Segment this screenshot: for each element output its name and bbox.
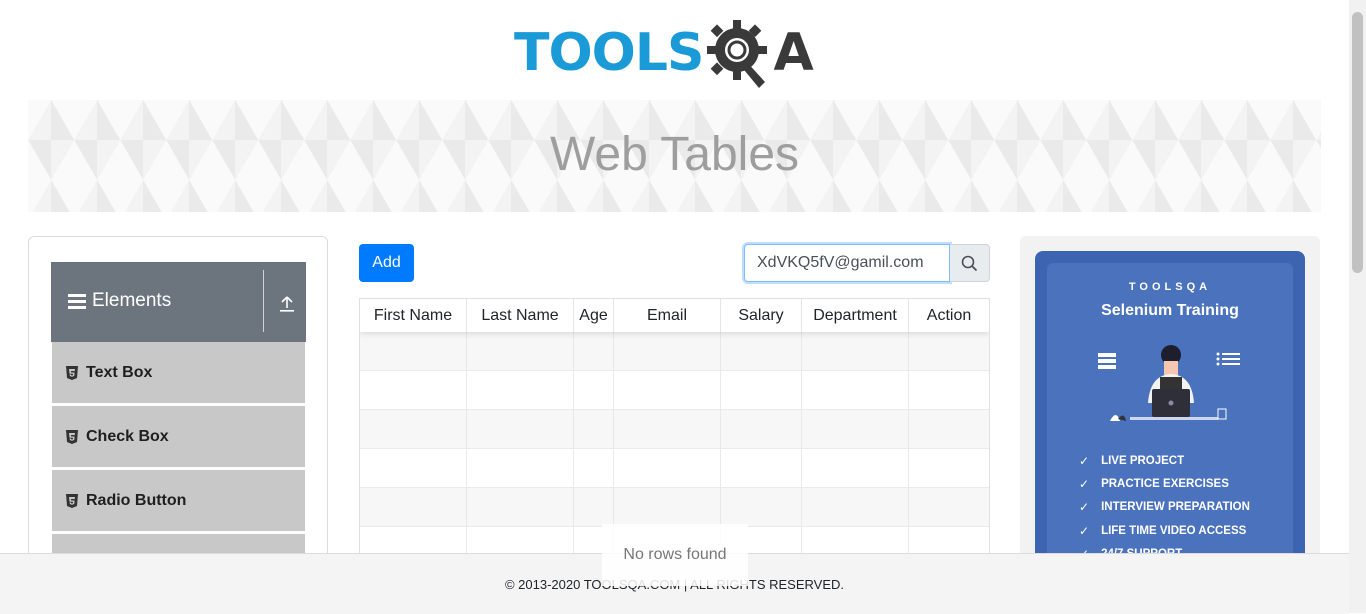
page-title: Web Tables [549, 128, 800, 181]
left-sidebar: Elements Text Box Check Box Radio Button [28, 236, 328, 597]
table-row [360, 410, 989, 449]
table-cell [467, 332, 574, 370]
table-cell [909, 488, 989, 526]
search-icon [961, 255, 978, 271]
column-header-first-name[interactable]: First Name [360, 299, 467, 332]
scrollbar-thumb[interactable] [1352, 12, 1363, 273]
header-divider [263, 270, 264, 332]
elements-group-header[interactable]: Elements [51, 262, 306, 342]
search-button[interactable] [950, 244, 990, 282]
sidebar-item-text-box[interactable]: Text Box [52, 342, 305, 405]
table-cell [721, 488, 802, 526]
column-header-email[interactable]: Email [614, 299, 721, 332]
sidebar-item-label: Check Box [86, 427, 169, 445]
table-cell [614, 410, 721, 448]
table-row [360, 449, 989, 488]
html5-icon [66, 365, 78, 380]
table-cell [574, 332, 614, 370]
table-header: First Name Last Name Age Email Salary De… [360, 299, 989, 332]
table-cell [467, 449, 574, 487]
table-cell [802, 410, 909, 448]
column-header-department[interactable]: Department [802, 299, 909, 332]
elements-group-label: Elements [92, 290, 172, 311]
training-illustration [1098, 345, 1240, 421]
table-cell [467, 410, 574, 448]
column-header-salary[interactable]: Salary [721, 299, 802, 332]
sidebar-item-label: Radio Button [86, 491, 187, 509]
upload-icon[interactable] [279, 296, 295, 312]
ad-feature-list: ✓ LIVE PROJECT ✓ PRACTICE EXERCISES ✓ INTER… [1079, 449, 1250, 565]
table-cell [721, 449, 802, 487]
table-cell [360, 449, 467, 487]
hamburger-icon [68, 294, 86, 309]
table-cell [360, 410, 467, 448]
html5-icon [66, 429, 78, 444]
table-cell [574, 410, 614, 448]
ad-feature-item: ✓ PRACTICE EXERCISES [1079, 476, 1229, 491]
table-cell [614, 488, 721, 526]
table-cell [467, 488, 574, 526]
check-icon: ✓ [1079, 476, 1090, 491]
page-banner: Web Tables [28, 100, 1321, 212]
check-icon: ✓ [1079, 523, 1090, 538]
ad-feature-item: ✓ INTERVIEW PREPARATION [1079, 500, 1250, 515]
sidebar-item-radio-button[interactable]: Radio Button [52, 470, 305, 533]
html5-icon [66, 493, 78, 508]
logo-a: A [773, 23, 814, 83]
table-row [360, 371, 989, 410]
table-cell [802, 332, 909, 370]
check-icon: ✓ [1079, 453, 1090, 468]
selenium-training-ad[interactable]: TOOLSQA Selenium Training ✓ LIVE PROJECT … [1035, 251, 1305, 566]
no-rows-message: No rows found [602, 524, 748, 586]
web-table: First Name Last Name Age Email Salary De… [359, 298, 990, 558]
ad-course-title: Selenium Training [1101, 302, 1239, 319]
table-cell [614, 371, 721, 409]
table-cell [614, 332, 721, 370]
table-cell [802, 449, 909, 487]
ad-brand: TOOLSQA [1128, 281, 1212, 293]
sidebar-item-check-box[interactable]: Check Box [52, 406, 305, 469]
toolsqa-logo[interactable]: TOOLS A [514, 16, 838, 90]
column-header-action[interactable]: Action [909, 299, 989, 332]
logo-text: TOOLS [514, 23, 704, 83]
add-button[interactable]: Add [359, 244, 414, 282]
search-input[interactable] [744, 244, 950, 282]
sidebar-item-label: Text Box [86, 363, 153, 381]
ad-feature-item: ✓ LIFE TIME VIDEO ACCESS [1079, 523, 1247, 538]
table-cell [574, 371, 614, 409]
table-row [360, 488, 989, 527]
table-cell [574, 488, 614, 526]
table-cell [360, 332, 467, 370]
gear-magnifier-icon [707, 20, 768, 88]
table-cell [909, 371, 989, 409]
column-header-age[interactable]: Age [574, 299, 614, 332]
table-cell [721, 410, 802, 448]
table-cell [909, 410, 989, 448]
vertical-scrollbar[interactable] [1349, 0, 1366, 613]
column-header-last-name[interactable]: Last Name [467, 299, 574, 332]
table-cell [574, 449, 614, 487]
table-cell [467, 371, 574, 409]
table-cell [360, 488, 467, 526]
table-cell [360, 371, 467, 409]
table-cell [802, 371, 909, 409]
table-cell [614, 449, 721, 487]
table-cell [802, 488, 909, 526]
table-cell [721, 332, 802, 370]
check-icon: ✓ [1079, 500, 1090, 515]
table-row [360, 332, 989, 371]
table-cell [909, 332, 989, 370]
table-cell [909, 449, 989, 487]
ad-feature-item: ✓ LIVE PROJECT [1079, 453, 1185, 468]
table-cell [721, 371, 802, 409]
